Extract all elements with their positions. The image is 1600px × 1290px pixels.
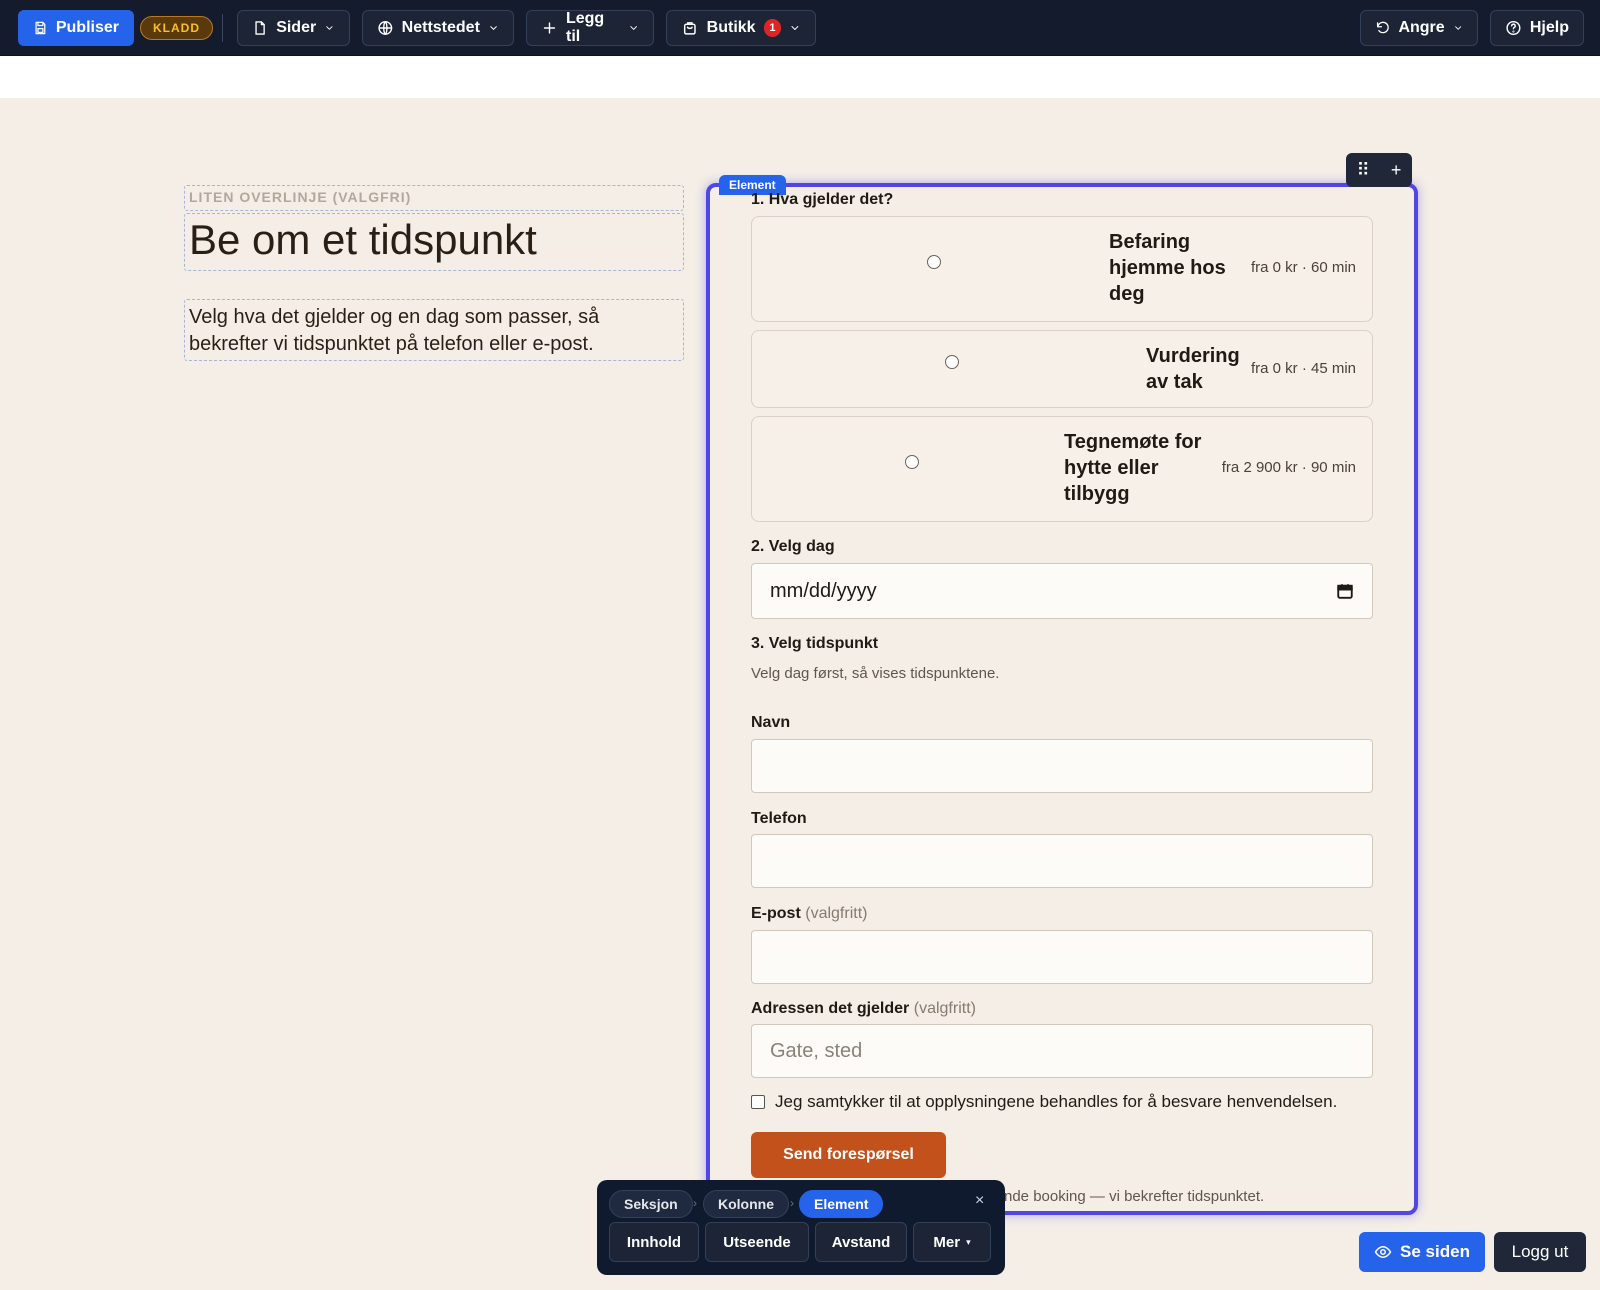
chevron-down-icon (630, 26, 637, 30)
footnote-text: nde booking — vi bekrefter tidspunktet. (1004, 1188, 1265, 1205)
close-icon[interactable]: × (975, 1192, 984, 1210)
save-icon (35, 21, 46, 35)
phone-field[interactable] (751, 834, 1373, 888)
name-label: Navn (751, 714, 791, 731)
name-field[interactable] (751, 739, 1373, 793)
breadcrumb-section[interactable]: Seksjon (609, 1190, 693, 1218)
address-label: Adressen det gjelder (valgfritt) (751, 1000, 976, 1018)
element-tools: ⠿ + (1346, 153, 1412, 187)
service-radio[interactable] (927, 255, 941, 269)
element-editor-panel: Seksjon › Kolonne › Element × Innhold Ut… (597, 1180, 1005, 1275)
email-field[interactable] (751, 930, 1373, 984)
help-button[interactable]: Hjelp (1490, 10, 1584, 46)
tab-content[interactable]: Innhold (609, 1222, 699, 1262)
service-radio[interactable] (945, 355, 959, 369)
phone-label: Telefon (751, 810, 807, 827)
globe-icon (378, 21, 393, 35)
address-placeholder: Gate, sted (770, 1039, 863, 1062)
toolbar-divider (222, 14, 223, 42)
breadcrumb-element[interactable]: Element (799, 1190, 884, 1218)
add-menu-button[interactable]: Legg til (526, 10, 654, 46)
pages-menu-button[interactable]: Sider (237, 10, 350, 46)
service-meta: fra 0 kr · 45 min (1250, 360, 1356, 377)
caret-down-icon: ▾ (966, 1236, 971, 1247)
see-site-label: Se siden (1400, 1242, 1470, 1261)
optional-text: (valgfritt) (913, 1000, 976, 1017)
page-title[interactable]: Be om et tidspunkt (184, 213, 684, 271)
logout-button[interactable]: Logg ut (1494, 1232, 1586, 1272)
help-label: Hjelp (1529, 19, 1569, 36)
undo-icon (1376, 21, 1389, 34)
publish-label: Publiser (55, 19, 119, 36)
plus-icon (543, 22, 556, 34)
help-icon (1506, 20, 1521, 36)
more-label: Mer (933, 1233, 961, 1251)
pages-label: Sider (276, 19, 317, 36)
service-option[interactable]: Befaring hjemme hos deg fra 0 kr · 60 mi… (751, 216, 1373, 322)
consent-row[interactable]: Jeg samtykker til at opplysningene behan… (751, 1092, 1337, 1112)
service-meta: fra 2 900 kr · 90 min (1221, 459, 1356, 476)
publish-button[interactable]: Publiser (18, 10, 134, 46)
email-label-text: E-post (751, 905, 801, 922)
page-header-strip (0, 56, 1600, 98)
service-title: Vurdering av tak (1146, 345, 1240, 393)
service-title: Befaring hjemme hos deg (1109, 231, 1226, 305)
calendar-icon[interactable] (1336, 582, 1354, 600)
add-icon[interactable]: + (1391, 160, 1402, 181)
submit-button[interactable]: Send forespørsel (751, 1132, 946, 1178)
email-label: E-post (valgfritt) (751, 905, 867, 923)
consent-text: Jeg samtykker til at opplysningene behan… (775, 1092, 1338, 1111)
question-time: 3. Velg tidspunkt (751, 635, 879, 652)
drag-handle-icon[interactable]: ⠿ (1357, 160, 1370, 181)
service-radio[interactable] (905, 455, 919, 469)
breadcrumb-separator: › (693, 1196, 697, 1210)
breadcrumb-column[interactable]: Kolonne (703, 1190, 789, 1218)
tab-appearance[interactable]: Utseende (705, 1222, 809, 1262)
date-placeholder: mm/dd/yyyy (770, 579, 877, 602)
site-label: Nettstedet (401, 19, 480, 36)
question-service: 1. Hva gjelder det? (751, 191, 894, 208)
shop-label: Butikk (706, 19, 756, 36)
add-label: Legg til (565, 10, 605, 45)
chevron-down-icon (791, 26, 799, 30)
consent-checkbox[interactable] (751, 1095, 765, 1109)
site-menu-button[interactable]: Nettstedet (362, 10, 514, 46)
time-hint: Velg dag først, så vises tidspunktene. (751, 665, 1000, 682)
page-icon (255, 21, 265, 35)
eye-icon (1374, 1245, 1392, 1259)
service-option[interactable]: Vurdering av tak fra 0 kr · 45 min (751, 330, 1373, 408)
chevron-down-icon (1454, 26, 1461, 30)
tab-more[interactable]: Mer ▾ (913, 1222, 991, 1262)
draft-badge: KLADD (140, 16, 213, 40)
chevron-down-icon (326, 26, 333, 30)
tab-spacing[interactable]: Avstand (815, 1222, 907, 1262)
top-toolbar: Publiser KLADD Sider Nettstedet Legg til… (0, 0, 1600, 56)
shop-icon (683, 22, 696, 35)
service-meta: fra 0 kr · 60 min (1250, 259, 1356, 276)
undo-menu-button[interactable]: Angre (1360, 10, 1478, 46)
address-label-text: Adressen det gjelder (751, 1000, 910, 1017)
shop-count-badge: 1 (763, 19, 782, 37)
service-option[interactable]: Tegnemøte for hytte eller tilbygg fra 2 … (751, 416, 1373, 522)
overline-text[interactable]: LITEN OVERLINJE (VALGFRI) (184, 185, 684, 211)
question-day: 2. Velg dag (751, 538, 835, 555)
shop-menu-button[interactable]: Butikk 1 (666, 10, 816, 46)
lead-text[interactable]: Velg hva det gjelder og en dag som passe… (184, 299, 684, 361)
date-input[interactable]: mm/dd/yyyy (751, 563, 1373, 619)
breadcrumb-separator: › (790, 1196, 794, 1210)
see-site-button[interactable]: Se siden (1359, 1232, 1485, 1272)
optional-text: (valgfritt) (805, 905, 868, 922)
chevron-down-icon (490, 26, 497, 30)
address-field[interactable]: Gate, sted (751, 1024, 1373, 1078)
service-title: Tegnemøte for hytte eller tilbygg (1064, 431, 1202, 505)
undo-label: Angre (1398, 19, 1445, 36)
